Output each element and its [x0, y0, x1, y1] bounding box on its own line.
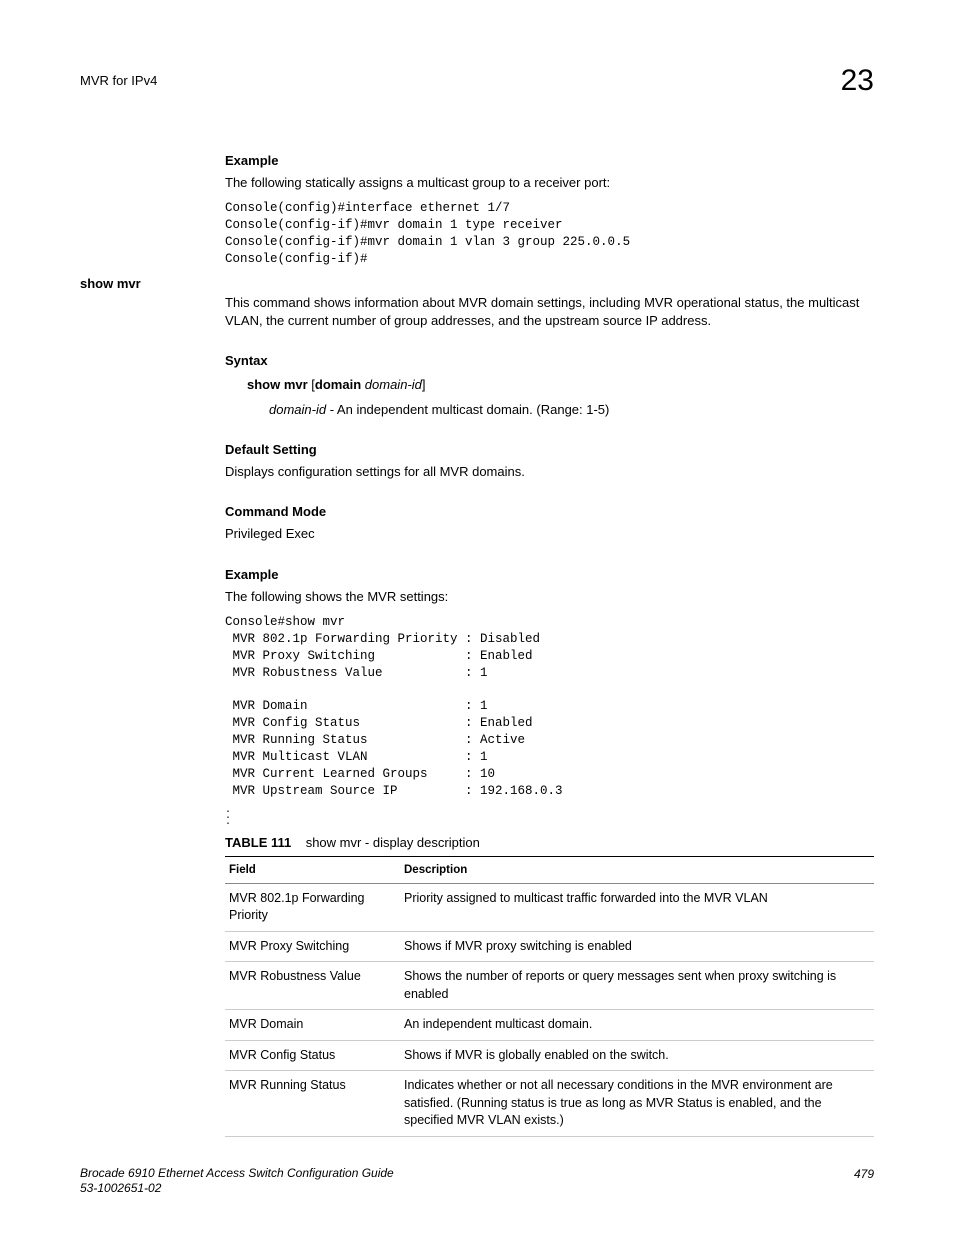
description-table: Field Description MVR 802.1p Forwarding … [225, 856, 874, 1137]
default-text: Displays configuration settings for all … [225, 463, 874, 481]
footer-page-number: 479 [854, 1166, 874, 1197]
footer-docnum: 53-1002651-02 [80, 1181, 161, 1195]
syntax-bold: domain [315, 377, 361, 392]
header-chapter-number: 23 [841, 60, 874, 102]
example2-text: The following shows the MVR settings: [225, 588, 874, 606]
table-row: MVR Robustness Value Shows the number of… [225, 962, 874, 1010]
table-row: MVR Running Status Indicates whether or … [225, 1071, 874, 1137]
footer-left: Brocade 6910 Ethernet Access Switch Conf… [80, 1166, 394, 1197]
table-cell-desc: Shows the number of reports or query mes… [400, 962, 874, 1010]
command-content: This command shows information about MVR… [225, 294, 874, 1137]
table-header-desc: Description [400, 856, 874, 883]
page-header: MVR for IPv4 23 [80, 60, 874, 102]
footer-title: Brocade 6910 Ethernet Access Switch Conf… [80, 1166, 394, 1180]
table-cell-field: MVR 802.1p Forwarding Priority [225, 883, 400, 931]
param-text: - An independent multicast domain. (Rang… [326, 402, 609, 417]
syntax-plain: [ [308, 377, 315, 392]
mode-text: Privileged Exec [225, 525, 874, 543]
default-heading: Default Setting [225, 441, 874, 459]
syntax-bold: show mvr [247, 377, 308, 392]
table-caption: TABLE 111 show mvr - display description [225, 834, 874, 852]
table-cell-field: MVR Config Status [225, 1040, 400, 1071]
param-italic: domain-id [269, 402, 326, 417]
command-intro: This command shows information about MVR… [225, 294, 874, 330]
table-row: MVR 802.1p Forwarding Priority Priority … [225, 883, 874, 931]
table-caption-text: show mvr - display description [306, 835, 480, 850]
syntax-line: show mvr [domain domain-id] [247, 376, 874, 394]
ellipsis-dots: ... [225, 808, 874, 826]
syntax-italic: domain-id [365, 377, 422, 392]
table-cell-desc: Priority assigned to multicast traffic f… [400, 883, 874, 931]
param-line: domain-id - An independent multicast dom… [269, 401, 874, 419]
table-cell-field: MVR Robustness Value [225, 962, 400, 1010]
example-heading: Example [225, 152, 874, 170]
table-label: TABLE 111 [225, 835, 291, 850]
example-code-block: Console(config)#interface ethernet 1/7 C… [225, 200, 874, 268]
table-row: MVR Proxy Switching Shows if MVR proxy s… [225, 931, 874, 962]
command-name-label: show mvr [80, 275, 141, 293]
table-cell-desc: An independent multicast domain. [400, 1010, 874, 1041]
table-cell-desc: Shows if MVR is globally enabled on the … [400, 1040, 874, 1071]
page-footer: Brocade 6910 Ethernet Access Switch Conf… [80, 1166, 874, 1197]
table-row: MVR Domain An independent multicast doma… [225, 1010, 874, 1041]
table-cell-field: MVR Domain [225, 1010, 400, 1041]
table-cell-field: MVR Running Status [225, 1071, 400, 1137]
table-cell-desc: Indicates whether or not all necessary c… [400, 1071, 874, 1137]
mode-heading: Command Mode [225, 503, 874, 521]
header-section-title: MVR for IPv4 [80, 60, 157, 90]
example2-code-block: Console#show mvr MVR 802.1p Forwarding P… [225, 614, 874, 800]
table-cell-desc: Shows if MVR proxy switching is enabled [400, 931, 874, 962]
example-text: The following statically assigns a multi… [225, 174, 874, 192]
table-cell-field: MVR Proxy Switching [225, 931, 400, 962]
table-header-row: Field Description [225, 856, 874, 883]
syntax-plain: ] [422, 377, 426, 392]
syntax-heading: Syntax [225, 352, 874, 370]
example2-heading: Example [225, 566, 874, 584]
table-row: MVR Config Status Shows if MVR is global… [225, 1040, 874, 1071]
main-content: Example The following statically assigns… [225, 152, 874, 268]
table-header-field: Field [225, 856, 400, 883]
